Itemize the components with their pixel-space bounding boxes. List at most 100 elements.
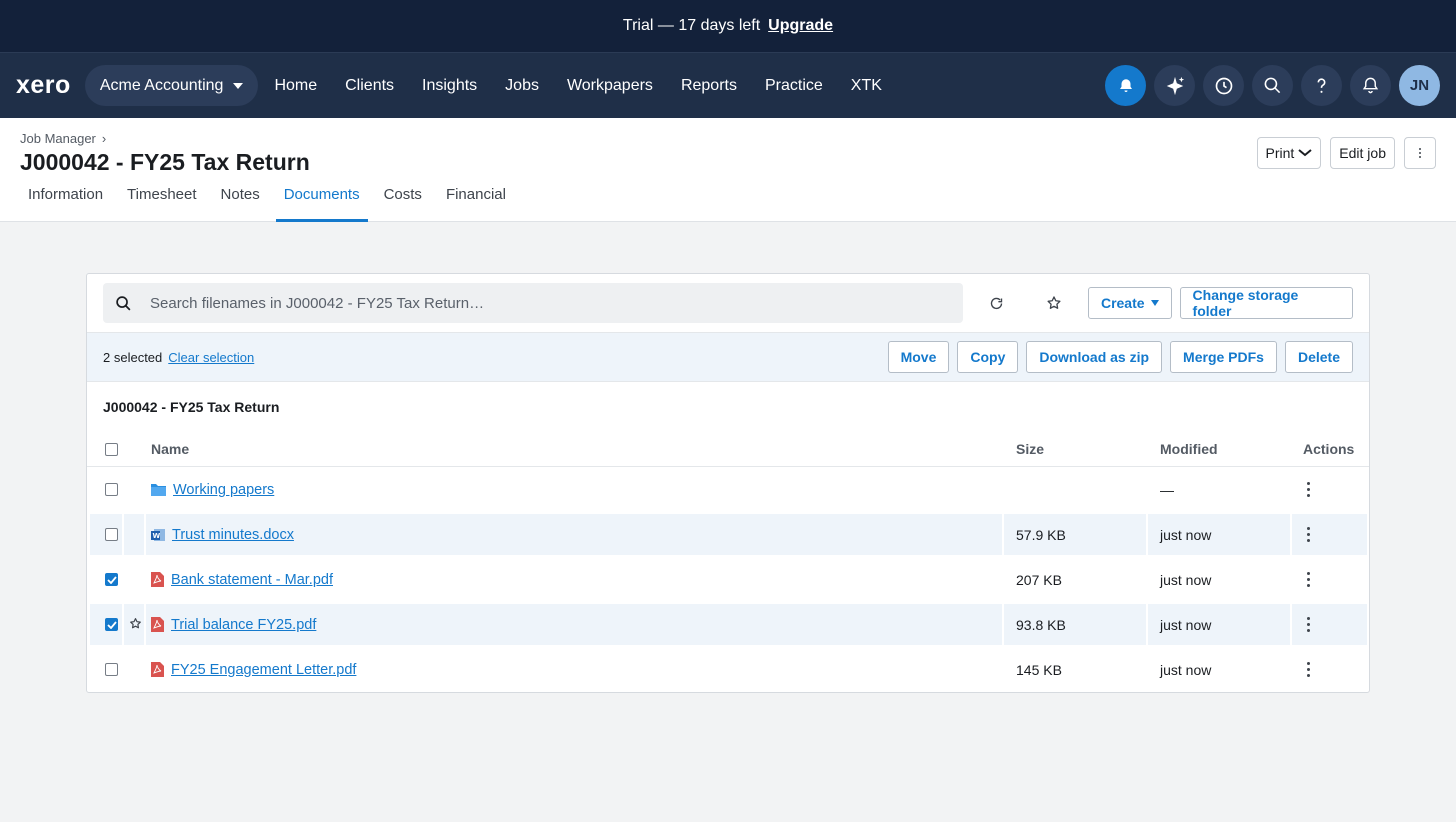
column-actions: Actions: [1303, 441, 1355, 457]
word-doc-icon: W: [151, 528, 165, 541]
nav-practice[interactable]: Practice: [751, 77, 837, 95]
file-size: 93.8 KB: [1016, 616, 1066, 633]
file-name-link[interactable]: Working papers: [173, 482, 274, 498]
top-nav: xero Acme Accounting Home Clients Insigh…: [0, 53, 1456, 118]
table-row[interactable]: Bank statement - Mar.pdf 207 KB just now: [87, 557, 1369, 602]
breadcrumb-job-manager[interactable]: Job Manager: [20, 131, 96, 146]
select-all-checkbox[interactable]: [105, 442, 118, 456]
search-input[interactable]: Search filenames in J000042 - FY25 Tax R…: [103, 283, 963, 323]
tab-financial[interactable]: Financial: [438, 187, 514, 222]
help-button[interactable]: [1301, 65, 1342, 106]
table-row[interactable]: W Trust minutes.docx 57.9 KB just now: [87, 512, 1369, 557]
row-actions-button[interactable]: [1303, 482, 1313, 497]
nav-xtk[interactable]: XTK: [837, 77, 896, 95]
search-icon: [116, 295, 131, 310]
tab-information[interactable]: Information: [20, 187, 111, 222]
column-size[interactable]: Size: [1016, 441, 1044, 457]
table-row[interactable]: Working papers —: [87, 467, 1369, 512]
svg-text:W: W: [153, 532, 161, 540]
xero-logo[interactable]: xero: [16, 71, 71, 100]
search-button[interactable]: [1252, 65, 1293, 106]
column-name[interactable]: Name: [151, 441, 189, 457]
edit-job-button[interactable]: Edit job: [1330, 137, 1395, 169]
star-icon: [1047, 296, 1061, 309]
chevron-right-icon: ›: [101, 131, 107, 146]
create-button[interactable]: Create: [1087, 287, 1172, 319]
recent-button[interactable]: [1203, 65, 1244, 106]
documents-toolbar: Search filenames in J000042 - FY25 Tax R…: [87, 274, 1369, 332]
merge-pdfs-button[interactable]: Merge PDFs: [1170, 341, 1277, 373]
table-row[interactable]: FY25 Engagement Letter.pdf 145 KB just n…: [87, 647, 1369, 692]
search-icon: [1264, 77, 1281, 94]
org-name: Acme Accounting: [99, 76, 224, 94]
upgrade-link[interactable]: Upgrade: [768, 17, 833, 35]
nav-workpapers[interactable]: Workpapers: [553, 77, 667, 95]
folder-icon: [151, 484, 166, 496]
notifications-button[interactable]: [1350, 65, 1391, 106]
chevron-down-icon: [233, 82, 244, 89]
move-button[interactable]: Move: [887, 341, 950, 373]
column-modified[interactable]: Modified: [1160, 441, 1218, 457]
create-label: Create: [1100, 295, 1145, 311]
file-name-link[interactable]: Trial balance FY25.pdf: [171, 617, 316, 633]
nav-reports[interactable]: Reports: [667, 77, 751, 95]
copy-button[interactable]: Copy: [957, 341, 1019, 373]
refresh-button[interactable]: [977, 296, 1017, 311]
row-checkbox[interactable]: [105, 573, 118, 586]
tab-notes[interactable]: Notes: [213, 187, 268, 222]
row-checkbox[interactable]: [105, 663, 118, 676]
nav-insights[interactable]: Insights: [408, 77, 491, 95]
chevron-down-icon: [1298, 149, 1312, 157]
more-vertical-icon: [1415, 148, 1425, 158]
nav-clients[interactable]: Clients: [331, 77, 408, 95]
nav-home[interactable]: Home: [260, 77, 331, 95]
trial-banner: Trial — 17 days left Upgrade: [0, 0, 1456, 53]
print-button[interactable]: Print: [1256, 137, 1322, 169]
change-storage-folder-button[interactable]: Change storage folder: [1179, 287, 1354, 319]
file-modified: just now: [1160, 661, 1212, 678]
pdf-icon: [151, 572, 164, 587]
more-vertical-icon: [1303, 617, 1313, 632]
pdf-icon: [151, 617, 164, 632]
file-name-link[interactable]: Bank statement - Mar.pdf: [171, 572, 333, 588]
file-modified: —: [1160, 481, 1174, 498]
file-name-link[interactable]: Trust minutes.docx: [172, 527, 294, 543]
row-actions-button[interactable]: [1303, 572, 1313, 587]
org-switcher[interactable]: Acme Accounting: [84, 65, 259, 106]
more-options-button[interactable]: [1404, 137, 1436, 169]
documents-panel: Search filenames in J000042 - FY25 Tax R…: [86, 273, 1370, 693]
tab-timesheet[interactable]: Timesheet: [119, 187, 204, 222]
table-row[interactable]: Trial balance FY25.pdf 93.8 KB just now: [87, 602, 1369, 647]
tab-costs[interactable]: Costs: [376, 187, 430, 222]
more-vertical-icon: [1303, 482, 1313, 497]
folder-title: J000042 - FY25 Tax Return: [103, 399, 280, 415]
row-checkbox[interactable]: [105, 618, 118, 631]
row-actions-button[interactable]: [1303, 617, 1313, 632]
download-zip-button[interactable]: Download as zip: [1026, 341, 1163, 373]
favourite-button[interactable]: [1034, 295, 1074, 311]
file-size: 145 KB: [1016, 661, 1062, 678]
chevron-down-icon: [1150, 300, 1159, 306]
favourite-row-button[interactable]: [129, 617, 142, 633]
row-actions-button[interactable]: [1303, 527, 1313, 542]
row-checkbox[interactable]: [105, 483, 118, 496]
nav-jobs[interactable]: Jobs: [491, 77, 553, 95]
breadcrumb: Job Manager ›: [20, 131, 106, 146]
tab-documents[interactable]: Documents: [275, 187, 368, 222]
file-modified: just now: [1160, 526, 1212, 543]
table-header: Name Size Modified Actions: [87, 432, 1369, 467]
clear-selection-link[interactable]: Clear selection: [168, 350, 254, 365]
file-name-link[interactable]: FY25 Engagement Letter.pdf: [171, 662, 356, 678]
more-vertical-icon: [1303, 572, 1313, 587]
row-checkbox[interactable]: [105, 528, 118, 541]
bell-icon: [1362, 77, 1379, 94]
more-vertical-icon: [1303, 527, 1313, 542]
notifications-active-button[interactable]: [1105, 65, 1146, 106]
user-avatar[interactable]: JN: [1399, 65, 1440, 106]
checkmark-icon: [106, 620, 117, 629]
ai-assistant-button[interactable]: [1154, 65, 1195, 106]
page-header: Job Manager › J000042 - FY25 Tax Return …: [0, 118, 1456, 222]
print-label: Print: [1265, 145, 1295, 161]
delete-button[interactable]: Delete: [1284, 341, 1353, 373]
row-actions-button[interactable]: [1303, 662, 1313, 677]
